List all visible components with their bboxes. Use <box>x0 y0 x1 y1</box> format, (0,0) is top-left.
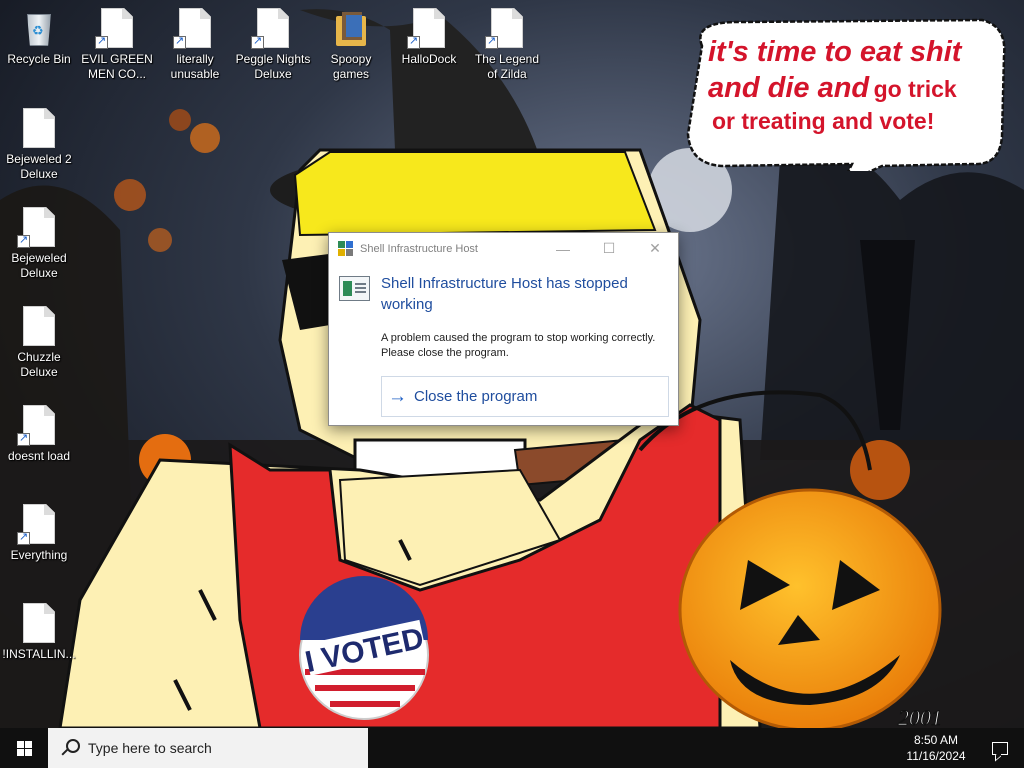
desktop-icon-peggle-nights-deluxe[interactable]: Peggle Nights Deluxe <box>235 8 311 82</box>
shortcut-arrow-icon <box>17 233 30 248</box>
arrow-right-icon: → <box>388 386 407 407</box>
speech-line-3: or treating and vote! <box>712 108 935 134</box>
file-icon <box>23 108 55 148</box>
desktop-icon-spoopy-games[interactable]: Spoopy games <box>313 8 389 82</box>
desktop-icon-label: doesnt load <box>7 449 71 463</box>
recycle-bin-icon: ♻ <box>22 8 56 48</box>
desktop-icon-evil-green-men[interactable]: EVIL GREEN MEN CO... <box>79 8 155 82</box>
notification-icon <box>992 741 1008 755</box>
shortcut-arrow-icon <box>251 34 264 49</box>
start-button[interactable] <box>0 728 48 768</box>
desktop-icon-label: HalloDock <box>401 52 457 66</box>
folder-icon <box>334 8 368 48</box>
desktop-icon-legend-of-zilda[interactable]: The Legend of Zilda <box>469 8 545 82</box>
desktop-icon-label: Chuzzle Deluxe <box>17 350 61 379</box>
desktop-icon-recycle-bin[interactable]: ♻ Recycle Bin <box>1 8 77 67</box>
desktop-icon-label: Everything <box>10 548 68 562</box>
desktop-icon-hallodock[interactable]: HalloDock <box>391 8 467 67</box>
artist-signature: 2001 <box>898 705 942 728</box>
maximize-button[interactable]: ☐ <box>586 233 632 264</box>
error-dialog: Shell Infrastructure Host — ☐ ✕ Shell In… <box>328 232 679 426</box>
shortcut-arrow-icon <box>95 34 108 49</box>
search-placeholder: Type here to search <box>88 740 212 756</box>
close-the-program-button[interactable]: → Close the program <box>381 376 669 417</box>
shell-host-app-icon <box>338 240 354 257</box>
clock-date: 11/16/2024 <box>906 749 966 763</box>
shortcut-arrow-icon <box>17 530 30 545</box>
close-button[interactable]: ✕ <box>632 233 678 264</box>
taskbar: Type here to search 8:50 AM 11/16/2024 <box>0 728 1024 768</box>
program-window-icon <box>339 276 370 301</box>
speech-line-1: it's time to eat shit <box>708 36 962 68</box>
desktop-icon-doesnt-load[interactable]: doesnt load <box>1 405 77 464</box>
desktop-icon-installing[interactable]: !INSTALLIN... <box>1 603 77 662</box>
dialog-title: Shell Infrastructure Host <box>360 242 478 255</box>
desktop-icon-bejeweled-2-deluxe[interactable]: Bejeweled 2 Deluxe <box>1 108 77 182</box>
speech-line-2a: and die and <box>708 72 870 104</box>
desktop-icon-everything[interactable]: Everything <box>1 504 77 563</box>
desktop-icon-label: Spoopy games <box>330 52 372 81</box>
desktop-icon-label: The Legend of Zilda <box>474 52 540 81</box>
minimize-button[interactable]: — <box>540 233 586 264</box>
clock-time: 8:50 AM <box>913 733 959 747</box>
shortcut-arrow-icon <box>173 34 186 49</box>
desktop-icon-label: EVIL GREEN MEN CO... <box>81 52 153 81</box>
search-icon <box>60 738 80 758</box>
shortcut-arrow-icon <box>407 34 420 49</box>
desktop-icon-label: Bejeweled Deluxe <box>11 251 67 280</box>
speech-bubble: it's time to eat shit and die and go tri… <box>682 16 1010 171</box>
desktop-icon-bejeweled-deluxe[interactable]: Bejeweled Deluxe <box>1 207 77 281</box>
close-the-program-label: Close the program <box>414 388 538 405</box>
desktop-icon-chuzzle-deluxe[interactable]: Chuzzle Deluxe <box>1 306 77 380</box>
dialog-heading: Shell Infrastructure Host has stopped wo… <box>381 275 628 313</box>
desktop-icon-label: !INSTALLIN... <box>2 647 76 661</box>
desktop-icon-label: Recycle Bin <box>7 52 71 66</box>
action-center-button[interactable] <box>976 728 1024 768</box>
shortcut-arrow-icon <box>485 34 498 49</box>
desktop-icon-literally-unusable[interactable]: literally unusable <box>157 8 233 82</box>
dialog-message: A problem caused the program to stop wor… <box>381 332 656 359</box>
shortcut-arrow-icon <box>17 431 30 446</box>
taskbar-search-box[interactable]: Type here to search <box>48 728 368 768</box>
dialog-titlebar[interactable]: Shell Infrastructure Host — ☐ ✕ <box>329 233 678 264</box>
desktop-icon-label: Peggle Nights Deluxe <box>235 52 311 81</box>
speech-line-2b: go trick <box>873 76 957 102</box>
desktop-icon-label: literally unusable <box>170 52 220 81</box>
file-icon <box>23 306 55 346</box>
windows-logo-icon <box>16 740 32 756</box>
system-clock[interactable]: 8:50 AM 11/16/2024 <box>896 732 976 764</box>
file-icon <box>23 603 55 643</box>
desktop-icon-label: Bejeweled 2 Deluxe <box>6 152 72 181</box>
